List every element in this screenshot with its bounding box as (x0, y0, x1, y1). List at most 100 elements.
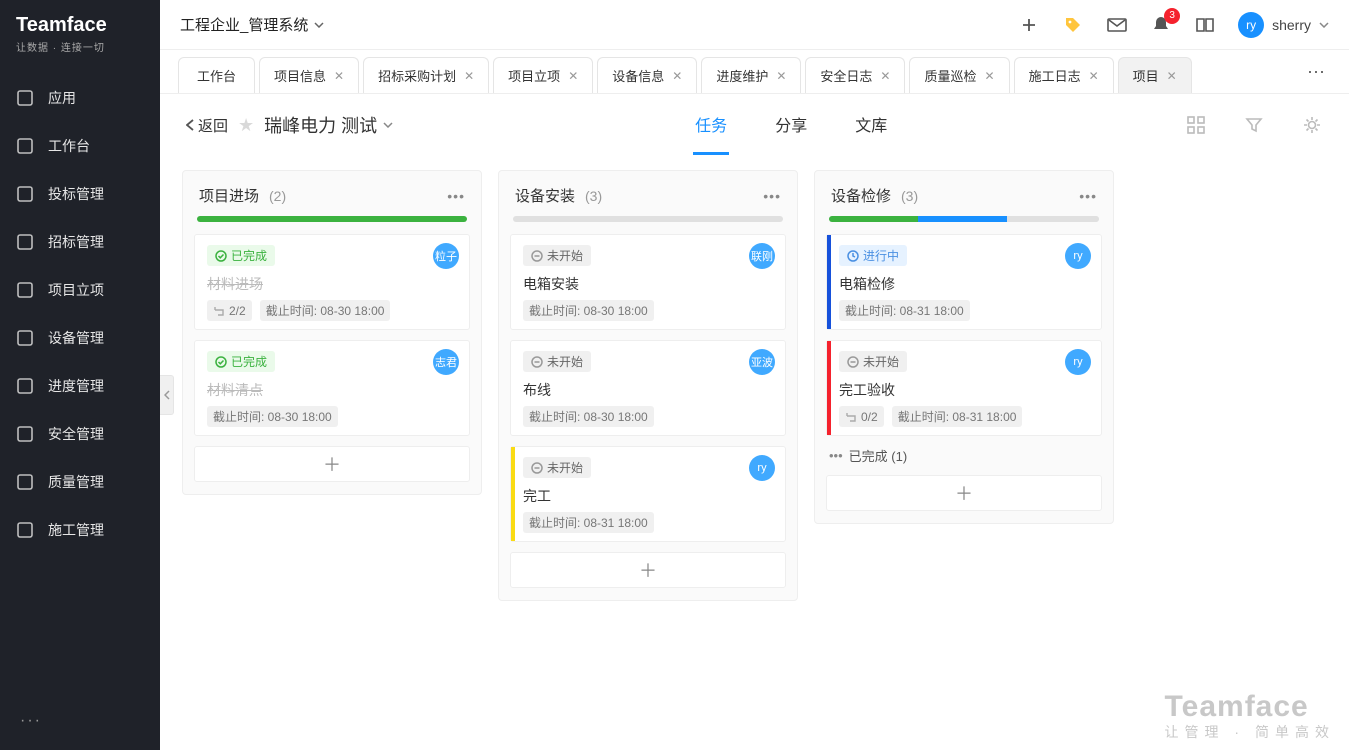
close-icon[interactable]: ✕ (880, 69, 890, 83)
close-icon[interactable]: ✕ (464, 69, 474, 83)
tab-1[interactable]: 项目信息 ✕ (259, 57, 359, 93)
sidebar-item-8[interactable]: 质量管理 (0, 458, 160, 506)
gear-icon[interactable] (1301, 114, 1323, 136)
sidebar-item-label: 项目立项 (48, 280, 104, 300)
main: 工程企业_管理系统 3 ry sherry (160, 0, 1349, 750)
collapsed-done-toggle[interactable]: •••已完成 (1) (829, 446, 1099, 465)
star-icon[interactable]: ★ (238, 115, 254, 136)
sidebar-item-0[interactable]: 应用 (0, 74, 160, 122)
sidebar-item-7[interactable]: 安全管理 (0, 410, 160, 458)
chevron-down-icon (383, 122, 393, 128)
sidebar-item-5[interactable]: 设备管理 (0, 314, 160, 362)
task-card[interactable]: 未开始亚波布线截止时间: 08-30 18:00 (510, 340, 786, 436)
tag-icon[interactable] (1062, 14, 1084, 36)
status-pill: 进行中 (839, 245, 907, 266)
sidebar-item-3[interactable]: 招标管理 (0, 218, 160, 266)
column-count: (3) (585, 188, 602, 204)
tab-label: 项目信息 (274, 66, 326, 85)
task-title: 材料进场 (207, 274, 457, 294)
project-title-dropdown[interactable]: 瑞峰电力 测试 (264, 112, 393, 138)
deadline-chip: 截止时间: 08-30 18:00 (260, 300, 391, 321)
tab-7[interactable]: 质量巡检 ✕ (909, 57, 1009, 93)
tab-9[interactable]: 项目✕ (1118, 57, 1192, 93)
close-icon[interactable]: ✕ (1167, 69, 1177, 83)
tab-4[interactable]: 设备信息 ✕ (597, 57, 697, 93)
close-icon[interactable]: ✕ (334, 69, 344, 83)
close-icon[interactable]: ✕ (1089, 69, 1099, 83)
task-card[interactable]: 进行中ry电箱检修截止时间: 08-31 18:00 (826, 234, 1102, 330)
project-tab-1[interactable]: 分享 (773, 96, 809, 155)
tab-3[interactable]: 项目立项✕ (493, 57, 593, 93)
column-menu-icon[interactable]: ••• (447, 188, 465, 204)
chevron-down-icon (314, 22, 324, 28)
column-header: 项目进场(2)••• (183, 171, 481, 216)
project-tab-0[interactable]: 任务 (693, 96, 729, 155)
tabs-overflow-icon[interactable]: ··· (1301, 61, 1331, 82)
tab-0[interactable]: 工作台 (178, 57, 255, 93)
back-label: 返回 (198, 115, 228, 136)
column-progress (197, 216, 467, 222)
column-menu-icon[interactable]: ••• (1079, 188, 1097, 204)
add-card-button[interactable]: ＋ (510, 552, 786, 588)
task-card[interactable]: 未开始ry完工截止时间: 08-31 18:00 (510, 446, 786, 542)
add-card-button[interactable]: ＋ (826, 475, 1102, 511)
close-icon[interactable]: ✕ (985, 69, 995, 83)
column-header: 设备检修(3)••• (815, 171, 1113, 216)
deadline-chip: 截止时间: 08-30 18:00 (207, 406, 338, 427)
sidebar-nav: 应用工作台投标管理招标管理项目立项设备管理进度管理安全管理质量管理施工管理 (0, 74, 160, 692)
task-card[interactable]: 未开始ry完工验收0/2截止时间: 08-31 18:00 (826, 340, 1102, 436)
assignee-avatar: 亚波 (749, 349, 775, 375)
sidebar-item-9[interactable]: 施工管理 (0, 506, 160, 554)
sidebar-more-icon[interactable]: ··· (0, 692, 160, 750)
task-card[interactable]: 已完成粒子材料进场2/2截止时间: 08-30 18:00 (194, 234, 470, 330)
app-title-dropdown[interactable]: 工程企业_管理系统 (180, 14, 324, 35)
filter-icon[interactable] (1243, 114, 1265, 136)
close-icon[interactable]: ✕ (568, 69, 578, 83)
sidebar-item-4[interactable]: 项目立项 (0, 266, 160, 314)
task-card[interactable]: 已完成志君材料清点截止时间: 08-30 18:00 (194, 340, 470, 436)
close-icon[interactable]: ✕ (776, 69, 786, 83)
task-title: 电箱检修 (839, 274, 1089, 294)
tab-6[interactable]: 安全日志✕ (805, 57, 905, 93)
tab-label: 设备信息 (612, 66, 664, 85)
task-title: 布线 (523, 380, 773, 400)
user-menu[interactable]: ry sherry (1238, 12, 1329, 38)
deadline-chip: 截止时间: 08-30 18:00 (523, 406, 654, 427)
bell-icon[interactable]: 3 (1150, 14, 1172, 36)
column-count: (2) (269, 188, 286, 204)
close-icon[interactable]: ✕ (672, 69, 682, 83)
add-card-button[interactable]: ＋ (194, 446, 470, 482)
people-icon (16, 329, 34, 347)
task-title: 完工验收 (839, 380, 1089, 400)
topbar-actions: 3 ry sherry (1018, 12, 1329, 38)
tab-label: 质量巡检 (924, 66, 976, 85)
subtask-chip: 2/2 (207, 300, 252, 321)
assignee-avatar: 粒子 (433, 243, 459, 269)
bars-icon (16, 473, 34, 491)
project-tab-2[interactable]: 文库 (853, 96, 889, 155)
sidebar-item-2[interactable]: 投标管理 (0, 170, 160, 218)
tab-8[interactable]: 施工日志 ✕ (1014, 57, 1114, 93)
task-card[interactable]: 未开始联刚电箱安装截止时间: 08-30 18:00 (510, 234, 786, 330)
plus-icon[interactable] (1018, 14, 1040, 36)
tab-5[interactable]: 进度维护✕ (701, 57, 801, 93)
sidebar-item-6[interactable]: 进度管理 (0, 362, 160, 410)
user-name: sherry (1272, 17, 1311, 33)
project-tabs: 任务分享文库 (693, 96, 889, 155)
tab-2[interactable]: 招标采购计划✕ (363, 57, 489, 93)
sidebar-item-1[interactable]: 工作台 (0, 122, 160, 170)
task-title: 材料清点 (207, 380, 457, 400)
view-grid-icon[interactable] (1185, 114, 1207, 136)
brand-sub: 让数据 · 连接一切 (16, 39, 144, 54)
column-count: (3) (901, 188, 918, 204)
project-actions (1185, 114, 1323, 136)
tab-label: 施工日志 (1029, 66, 1081, 85)
mail-icon[interactable] (1106, 14, 1128, 36)
assignee-avatar: ry (749, 455, 775, 481)
sidebar-collapse-handle[interactable] (160, 375, 174, 415)
sidebar-item-label: 安全管理 (48, 424, 104, 444)
book-icon[interactable] (1194, 14, 1216, 36)
column-menu-icon[interactable]: ••• (763, 188, 781, 204)
back-button[interactable]: 返回 (186, 115, 228, 136)
notification-badge: 3 (1164, 8, 1180, 24)
